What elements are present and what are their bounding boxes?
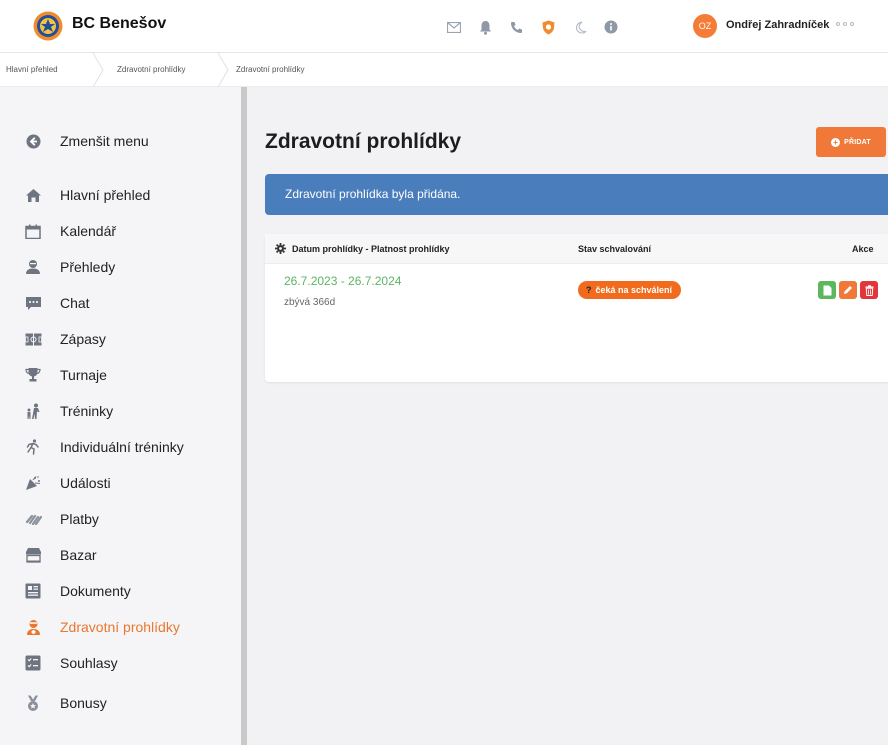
breadcrumb-separator	[217, 53, 229, 87]
breadcrumb-separator	[92, 53, 104, 87]
events-icon	[24, 474, 42, 492]
calendar-icon	[24, 222, 42, 240]
training-icon	[24, 402, 42, 420]
doctor-icon	[24, 618, 42, 636]
breadcrumb-item-current: Zdravotní prohlídky	[236, 65, 305, 74]
sidebar-item-events[interactable]: Události	[24, 470, 234, 496]
phone-icon[interactable]	[505, 16, 527, 38]
breadcrumb-item-section[interactable]: Zdravotní prohlídky	[117, 65, 185, 74]
trash-icon	[865, 284, 873, 296]
more-menu-icon[interactable]	[836, 22, 854, 26]
sidebar-item-label: Bazar	[60, 547, 97, 563]
sidebar-item-payments[interactable]: Platby	[24, 506, 234, 532]
sidebar-item-trainings[interactable]: Tréninky	[24, 398, 234, 424]
sidebar-item-individual-trainings[interactable]: Individuální tréninky	[24, 434, 234, 460]
sidebar-item-calendar[interactable]: Kalendář	[24, 218, 234, 244]
payments-icon	[24, 510, 42, 528]
consents-icon	[24, 654, 42, 672]
main-content: Zdravotní prohlídky + PŘIDAT Zdravotní p…	[247, 87, 888, 745]
sidebar-item-label: Bonusy	[60, 695, 107, 711]
sidebar-item-tournaments[interactable]: Turnaje	[24, 362, 234, 388]
question-icon: ?	[586, 285, 592, 295]
user-avatar[interactable]: OZ	[693, 14, 717, 38]
sidebar-item-documents[interactable]: Dokumenty	[24, 578, 234, 604]
sidebar-item-label: Tréninky	[60, 403, 114, 419]
mail-icon[interactable]	[443, 16, 465, 38]
home-icon	[24, 186, 42, 204]
sidebar-item-label: Přehledy	[60, 259, 116, 275]
column-header-status[interactable]: Stav schvalování	[578, 244, 651, 254]
sidebar-item-dashboard[interactable]: Hlavní přehled	[24, 182, 234, 208]
collapse-arrow-icon	[24, 132, 42, 150]
collapse-menu-button[interactable]: Zmenšit menu	[24, 128, 234, 154]
shop-icon	[24, 546, 42, 564]
sidebar-item-label: Turnaje	[60, 367, 107, 383]
add-button-label: PŘIDAT	[844, 138, 871, 146]
sidebar-item-label: Dokumenty	[60, 583, 131, 599]
sidebar-item-label: Zdravotní prohlídky	[60, 619, 180, 635]
match-icon	[24, 330, 42, 348]
plus-icon: +	[831, 137, 841, 147]
success-alert: Zdravotní prohlídka byla přidána.	[265, 174, 888, 215]
bell-icon[interactable]	[474, 16, 496, 38]
sidebar-item-label: Chat	[60, 295, 90, 311]
shield-icon[interactable]	[537, 16, 559, 38]
breadcrumb-item-home[interactable]: Hlavní přehled	[6, 65, 58, 74]
column-header-date[interactable]: Datum prohlídky - Platnost prohlídky	[292, 244, 450, 254]
sidebar-item-label: Kalendář	[60, 223, 117, 239]
user-name[interactable]: Ondřej Zahradníček	[726, 19, 829, 31]
running-icon	[24, 438, 42, 456]
sidebar-item-label: Individuální tréninky	[60, 439, 184, 455]
table-header: Datum prohlídky - Platnost prohlídky Sta…	[265, 234, 888, 264]
moon-icon[interactable]	[569, 16, 591, 38]
page-title: Zdravotní prohlídky	[265, 130, 462, 153]
gear-icon[interactable]	[275, 243, 286, 256]
sidebar-item-bazaar[interactable]: Bazar	[24, 542, 234, 568]
sidebar-item-matches[interactable]: Zápasy	[24, 326, 234, 352]
sidebar-item-bonuses[interactable]: Bonusy	[24, 690, 234, 716]
sidebar-item-label: Události	[60, 475, 111, 491]
medal-icon	[24, 694, 42, 712]
sidebar-item-consents[interactable]: Souhlasy	[24, 650, 234, 676]
sidebar-item-label: Zápasy	[60, 331, 106, 347]
documents-icon	[24, 582, 42, 600]
health-checks-table: Datum prohlídky - Platnost prohlídky Sta…	[265, 234, 888, 382]
status-label: čeká na schválení	[595, 285, 673, 295]
remaining-days: zbývá 366d	[284, 297, 336, 308]
add-button[interactable]: + PŘIDAT	[816, 127, 886, 157]
sidebar-item-overviews[interactable]: Přehledy	[24, 254, 234, 280]
sidebar-item-health-checks[interactable]: Zdravotní prohlídky	[24, 614, 234, 640]
status-badge: ? čeká na schválení	[578, 281, 682, 299]
sidebar-item-label: Platby	[60, 511, 99, 527]
breadcrumb: Hlavní přehled Zdravotní prohlídky Zdrav…	[0, 53, 888, 87]
document-icon	[823, 285, 831, 295]
sidebar-item-label: Souhlasy	[60, 655, 118, 671]
trophy-icon	[24, 366, 42, 384]
view-button[interactable]	[818, 281, 836, 299]
sidebar-item-chat[interactable]: Chat	[24, 290, 234, 316]
brand-name[interactable]: BC Benešov	[72, 15, 166, 33]
delete-button[interactable]	[860, 281, 878, 299]
top-header: BC Benešov OZ Ondřej Zahradníček	[0, 0, 888, 53]
info-icon[interactable]	[600, 16, 622, 38]
club-logo[interactable]	[33, 11, 63, 41]
date-range[interactable]: 26.7.2023 - 26.7.2024	[284, 274, 401, 288]
collapse-menu-label: Zmenšit menu	[60, 133, 149, 149]
sidebar-item-label: Hlavní přehled	[60, 187, 151, 203]
pencil-icon	[844, 286, 852, 294]
edit-button[interactable]	[839, 281, 857, 299]
chat-icon	[24, 294, 42, 312]
user-overview-icon	[24, 258, 42, 276]
column-header-actions: Akce	[852, 244, 874, 254]
